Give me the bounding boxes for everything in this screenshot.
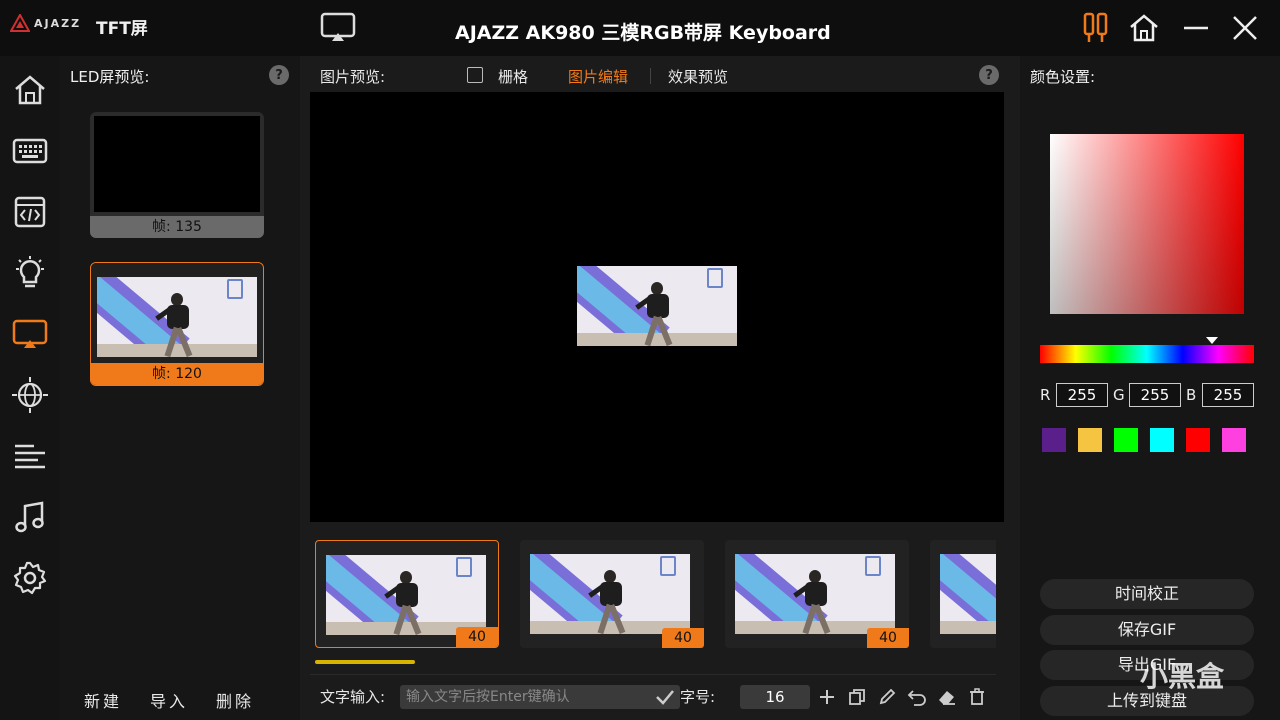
strip-frame[interactable]: 40: [725, 540, 909, 648]
color-settings-panel: 颜色设置: R 255 G 255 B 255 时间校正 保存GIF 导出GIF…: [1020, 56, 1280, 720]
tab-image-edit[interactable]: 图片编辑: [568, 66, 628, 87]
frame-duration-badge: 40: [867, 628, 909, 648]
time-correct-button[interactable]: 时间校正: [1040, 579, 1254, 609]
color-swatch[interactable]: [1042, 428, 1066, 452]
color-swatch[interactable]: [1186, 428, 1210, 452]
g-label: G: [1113, 386, 1125, 404]
new-button[interactable]: 新建: [84, 688, 122, 712]
divider: [310, 674, 996, 675]
g-value-field[interactable]: 255: [1129, 383, 1181, 407]
frame-thumbnail: [90, 112, 264, 216]
help-icon[interactable]: ?: [979, 65, 999, 85]
minimize-icon[interactable]: [1178, 10, 1214, 46]
frame-count-label: 帧: 120: [91, 363, 263, 385]
copy-icon[interactable]: [846, 686, 868, 708]
checkmark-icon[interactable]: [654, 686, 676, 712]
delete-button[interactable]: 删除: [216, 688, 254, 712]
screen-cast-icon[interactable]: [10, 314, 50, 354]
keyboard-icon[interactable]: [10, 131, 50, 171]
pencil-icon[interactable]: [876, 686, 898, 708]
b-label: B: [1186, 386, 1197, 404]
help-icon[interactable]: ?: [269, 65, 289, 85]
color-settings-title: 颜色设置:: [1030, 68, 1096, 86]
saturation-value-picker[interactable]: [1050, 134, 1244, 314]
hue-marker-icon[interactable]: [1206, 337, 1218, 344]
frame-count-label: 帧: 135: [90, 216, 264, 238]
save-gif-button[interactable]: 保存GIF: [1040, 615, 1254, 645]
music-note-icon[interactable]: [10, 497, 50, 537]
led-preview-panel: LED屏预览: ? 帧: 135 帧: 120 新建 导入 删除: [60, 56, 300, 720]
undo-icon[interactable]: [906, 686, 928, 708]
frame-strip: 40 40 40: [310, 532, 996, 652]
frame-strip-scrollbar[interactable]: [315, 660, 415, 664]
strip-frame-partial[interactable]: [930, 540, 996, 648]
strip-frame[interactable]: 40: [520, 540, 704, 648]
frame-thumbnail: [91, 263, 263, 363]
eraser-icon[interactable]: [936, 686, 958, 708]
r-label: R: [1040, 386, 1051, 404]
plus-icon[interactable]: [816, 686, 838, 708]
frame-duration-badge: 40: [456, 627, 498, 647]
color-swatch[interactable]: [1150, 428, 1174, 452]
logo-text: AJAZZ: [34, 16, 82, 30]
grid-label: 栅格: [498, 68, 529, 86]
led-frame-card[interactable]: 帧: 135: [90, 112, 264, 238]
tab-divider: [650, 68, 651, 84]
edit-canvas[interactable]: [310, 92, 1004, 522]
title-bar: AJAZZ TFT屏 AJAZZ AK980 三模RGB带屏 Keyboard: [0, 0, 1280, 56]
ajazz-logo: AJAZZ: [10, 14, 81, 32]
app-name: TFT屏: [96, 19, 148, 39]
settings-sliders-icon[interactable]: [1078, 10, 1114, 46]
home-icon[interactable]: [1126, 10, 1162, 46]
font-size-label: 字号:: [680, 688, 716, 706]
hue-slider[interactable]: [1040, 345, 1254, 363]
strip-frame-image: [530, 554, 690, 634]
color-swatch[interactable]: [1078, 428, 1102, 452]
canvas-image[interactable]: [577, 266, 737, 346]
lines-icon[interactable]: [10, 436, 50, 476]
text-input-label: 文字输入:: [320, 688, 386, 706]
import-button[interactable]: 导入: [150, 688, 188, 712]
strip-frame-image: [735, 554, 895, 634]
gear-icon[interactable]: [10, 558, 50, 598]
close-icon[interactable]: [1227, 10, 1263, 46]
image-preview-label: 图片预览:: [320, 68, 386, 86]
led-actions: 新建 导入 删除: [84, 688, 254, 712]
ajazz-logo-icon: [10, 14, 30, 32]
led-frame-card-selected[interactable]: 帧: 120: [90, 262, 264, 386]
light-bulb-icon[interactable]: [10, 253, 50, 293]
led-preview-title: LED屏预览:: [70, 68, 150, 86]
text-input[interactable]: [400, 685, 680, 709]
image-editor-panel: 图片预览: 栅格 图片编辑 效果预览 ? 40 40 40 文字输入: 字号: …: [300, 56, 1020, 720]
color-swatch[interactable]: [1114, 428, 1138, 452]
watermark: 小黑盒: [1140, 660, 1225, 693]
globe-light-icon[interactable]: [10, 375, 50, 415]
home-icon[interactable]: [10, 70, 50, 110]
r-value-field[interactable]: 255: [1056, 383, 1108, 407]
strip-frame-image: [326, 555, 486, 635]
code-window-icon[interactable]: [10, 192, 50, 232]
frame-duration-badge: 40: [662, 628, 704, 648]
strip-frame-image: [940, 554, 996, 634]
grid-checkbox[interactable]: [467, 67, 483, 83]
color-swatch[interactable]: [1222, 428, 1246, 452]
b-value-field[interactable]: 255: [1202, 383, 1254, 407]
tab-effect-preview[interactable]: 效果预览: [668, 66, 728, 87]
strip-frame[interactable]: 40: [315, 540, 499, 648]
font-size-field[interactable]: 16: [740, 685, 810, 709]
trash-icon[interactable]: [966, 686, 988, 708]
window-title: AJAZZ AK980 三模RGB带屏 Keyboard: [455, 22, 831, 44]
screen-cast-icon[interactable]: [320, 12, 356, 46]
sidebar: [0, 56, 60, 720]
